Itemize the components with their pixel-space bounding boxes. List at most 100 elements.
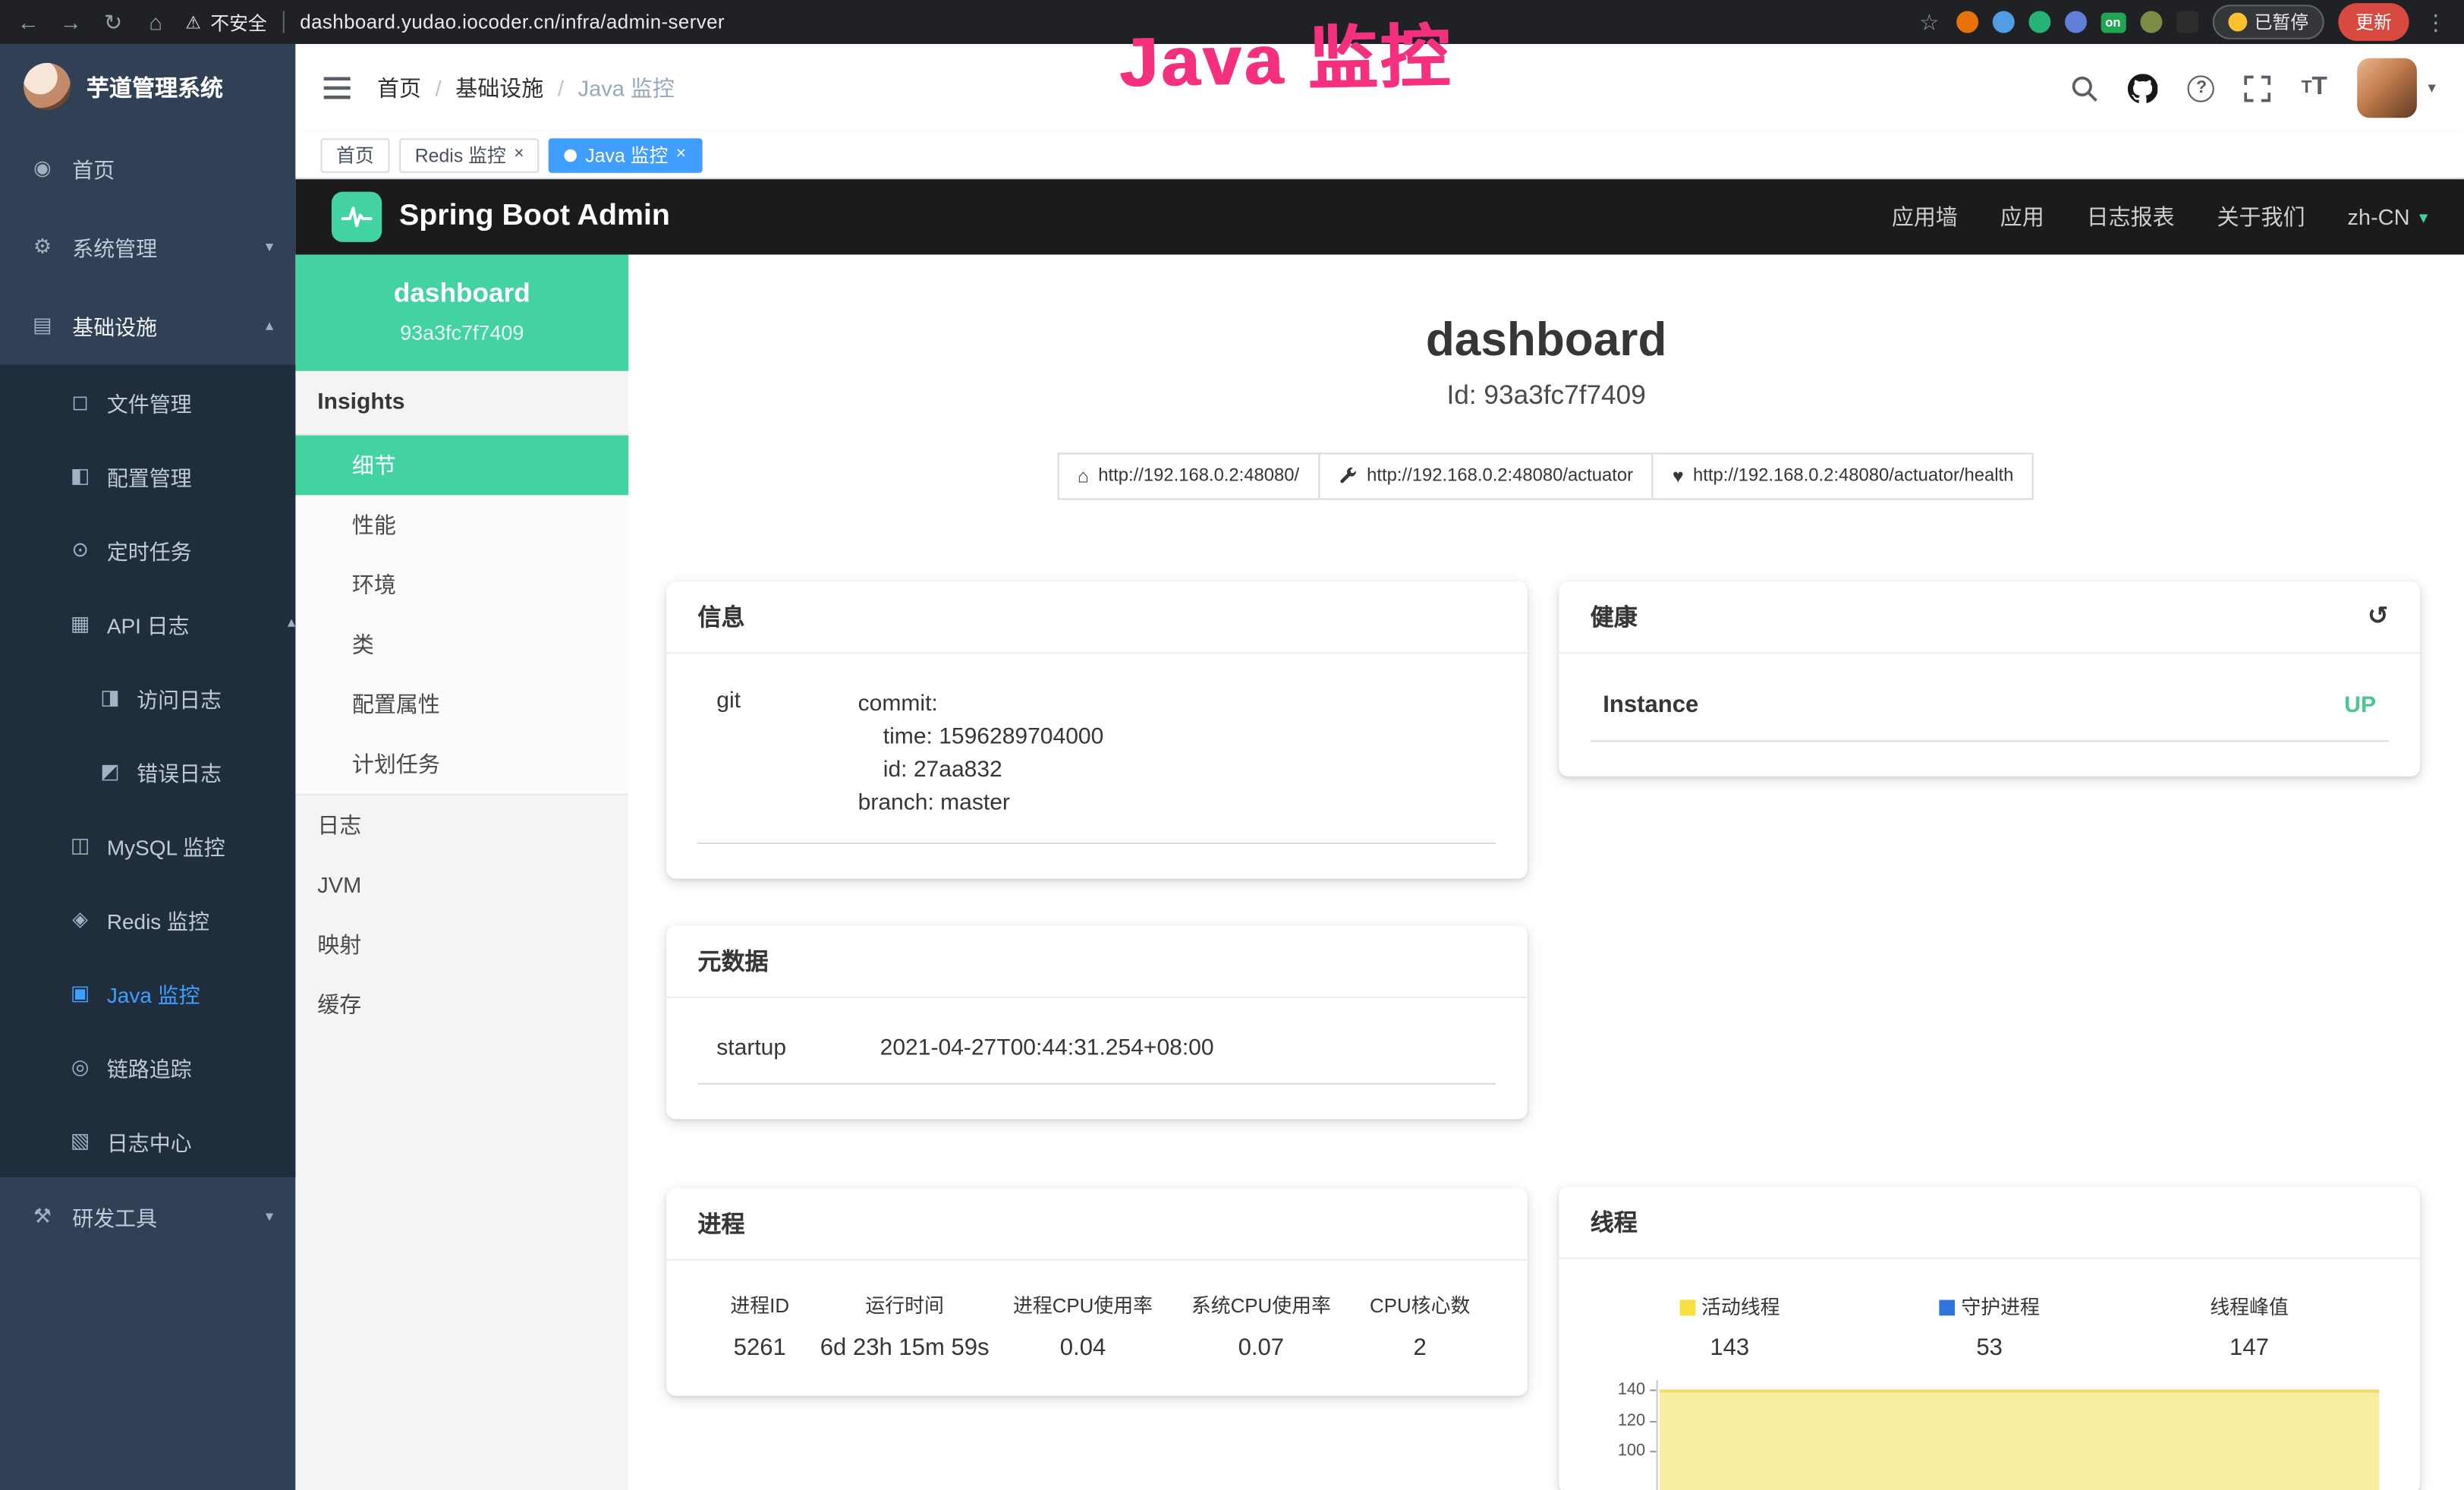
search-icon[interactable] xyxy=(2072,74,2098,101)
security-label[interactable]: 不安全 xyxy=(210,8,267,35)
sidebar-item-system-management[interactable]: ⚙ 系统管理 ▾ xyxy=(0,207,295,286)
extension-icon-7[interactable] xyxy=(2176,11,2198,33)
access-log-icon: ◨ xyxy=(97,685,122,710)
sidebar-item-label: 基础设施 xyxy=(72,310,157,341)
cards-area: 信息 git commit: time: 1596289704000 id: 2… xyxy=(628,581,2464,1490)
sidebar-item-log-center[interactable]: ▧ 日志中心 xyxy=(0,1104,295,1177)
sidebar-item-access-logs[interactable]: ◨ 访问日志 xyxy=(0,660,295,734)
sba-menu-jvm[interactable]: JVM xyxy=(295,855,628,915)
sidebar-item-config-management[interactable]: ◧ 配置管理 xyxy=(0,439,295,512)
tab-java-monitor[interactable]: Java 监控 × xyxy=(549,137,702,172)
java-monitor-icon: ▣ xyxy=(68,980,93,1005)
help-icon[interactable]: ? xyxy=(2188,74,2214,101)
chevron-down-icon: ▾ xyxy=(266,1208,273,1225)
chevron-up-icon: ▴ xyxy=(288,615,295,632)
sidebar-item-trace[interactable]: ◎ 链路追踪 xyxy=(0,1029,295,1103)
sba-nav-about[interactable]: 关于我们 xyxy=(2217,201,2305,232)
breadcrumb-separator: / xyxy=(436,75,442,100)
github-icon[interactable] xyxy=(2129,73,2158,102)
process-cpu-value: 0.04 xyxy=(994,1334,1172,1361)
legend-blue-swatch xyxy=(1939,1300,1955,1316)
metadata-value: 2021-04-27T00:44:31.254+08:00 xyxy=(880,1036,1214,1061)
sba-menu-beans[interactable]: 类 xyxy=(295,615,628,675)
sba-nav-applications[interactable]: 应用 xyxy=(2000,201,2044,232)
sba-nav-wallboard[interactable]: 应用墙 xyxy=(1892,201,1958,232)
reload-icon[interactable]: ↻ xyxy=(101,8,126,35)
sba-menu-metrics[interactable]: 性能 xyxy=(295,495,628,555)
breadcrumb-home[interactable]: 首页 xyxy=(377,72,421,103)
sba-brand-title[interactable]: Spring Boot Admin xyxy=(399,200,670,235)
sidebar-item-label: 配置管理 xyxy=(107,460,192,491)
sidebar-item-infrastructure[interactable]: ▤ 基础设施 ▴ xyxy=(0,286,295,365)
extension-icon-4[interactable] xyxy=(2064,11,2086,33)
sba-menu-caches[interactable]: 缓存 xyxy=(295,975,628,1035)
y-tick-label: 120 xyxy=(1618,1411,1645,1430)
back-icon[interactable]: ← xyxy=(16,9,41,34)
sidebar-item-label: 系统管理 xyxy=(72,231,157,262)
metadata-startup-row: startup 2021-04-27T00:44:31.254+08:00 xyxy=(697,1023,1496,1085)
sba-menu-environment[interactable]: 环境 xyxy=(295,555,628,615)
column-header: CPU核心数 xyxy=(1350,1289,1490,1318)
tab-label: Redis 监控 xyxy=(415,141,506,168)
sidebar-item-java-monitor[interactable]: ▣ Java 监控 xyxy=(0,956,295,1029)
sidebar-collapse-icon[interactable] xyxy=(324,77,351,99)
tab-redis-monitor[interactable]: Redis 监控 × xyxy=(399,137,540,172)
health-url-link[interactable]: ♥ http://192.168.0.2:48080/actuator/heal… xyxy=(1652,452,2034,499)
app-logo[interactable]: 芋道管理系统 xyxy=(0,44,295,129)
breadcrumb-infra[interactable]: 基础设施 xyxy=(455,72,543,103)
address-bar[interactable]: ⚠ 不安全 dashboard.yudao.iocoder.cn/infra/a… xyxy=(185,8,725,35)
spring-boot-admin-logo[interactable] xyxy=(332,192,382,242)
actuator-url-link[interactable]: http://192.168.0.2:48080/actuator xyxy=(1318,452,1654,499)
fullscreen-icon[interactable] xyxy=(2245,74,2271,101)
extension-icon-2[interactable] xyxy=(1992,11,2014,33)
app-sidebar: 芋道管理系统 ◉ 首页 ⚙ 系统管理 ▾ ▤ 基础设施 ▴ ◻ 文件管理 ◧ 配… xyxy=(0,44,295,1490)
monitor-icon: ▤ xyxy=(30,313,55,338)
info-value: commit: time: 1596289704000 id: 27aa832 … xyxy=(858,688,1104,821)
sba-menu-details[interactable]: 细节 xyxy=(295,436,628,496)
browser-menu-icon[interactable]: ⋮ xyxy=(2423,8,2448,35)
sidebar-item-mysql-monitor[interactable]: ◫ MySQL 监控 xyxy=(0,808,295,881)
file-icon: ◻ xyxy=(68,389,93,414)
extension-icon-1[interactable] xyxy=(1956,11,1978,33)
locale-selector[interactable]: zh-CN ▾ xyxy=(2347,204,2428,229)
extension-on-icon[interactable]: on xyxy=(2101,12,2126,33)
link-url: http://192.168.0.2:48080/actuator/health xyxy=(1693,467,2013,486)
extension-icon-3[interactable] xyxy=(2028,11,2050,33)
annotation-java-monitoring: Java 监控 xyxy=(1118,0,1452,106)
large-t-glyph: T xyxy=(2312,74,2327,102)
user-avatar-menu[interactable]: ▾ xyxy=(2357,58,2436,118)
bookmark-star-icon[interactable]: ☆ xyxy=(1917,8,1942,35)
sidebar-item-api-logs[interactable]: ▦ API 日志 ▴ xyxy=(0,586,295,660)
tab-home[interactable]: 首页 xyxy=(320,137,389,172)
sidebar-item-label: 首页 xyxy=(72,153,115,184)
history-icon[interactable]: ↺ xyxy=(2368,604,2389,629)
sba-menu-scheduled-tasks[interactable]: 计划任务 xyxy=(295,734,628,794)
smiley-icon xyxy=(2227,13,2246,32)
close-tab-icon[interactable]: × xyxy=(676,146,686,164)
sba-menu-loggers[interactable]: 日志 xyxy=(295,795,628,855)
update-button[interactable]: 更新 xyxy=(2338,3,2409,41)
info-card: 信息 git commit: time: 1596289704000 id: 2… xyxy=(666,581,1528,878)
health-instance-label: Instance xyxy=(1603,691,1698,718)
sidebar-item-redis-monitor[interactable]: ◈ Redis 监控 xyxy=(0,882,295,956)
sidebar-item-home[interactable]: ◉ 首页 xyxy=(0,129,295,208)
browser-home-icon[interactable]: ⌂ xyxy=(143,9,168,34)
close-tab-icon[interactable]: × xyxy=(514,146,524,164)
sba-nav-journal[interactable]: 日志报表 xyxy=(2087,201,2175,232)
sidebar-item-scheduled-jobs[interactable]: ⊙ 定时任务 xyxy=(0,512,295,586)
service-url-link[interactable]: ⌂ http://192.168.0.2:48080/ xyxy=(1057,452,1320,499)
breadcrumb-current: Java 监控 xyxy=(578,72,675,103)
sba-menu-mappings[interactable]: 映射 xyxy=(295,915,628,975)
extension-icon-6[interactable] xyxy=(2139,11,2161,33)
sba-menu-config-properties[interactable]: 配置属性 xyxy=(295,674,628,734)
sidebar-item-label: 错误日志 xyxy=(137,755,222,786)
link-url: http://192.168.0.2:48080/actuator xyxy=(1367,467,1633,486)
sidebar-item-file-management[interactable]: ◻ 文件管理 xyxy=(0,364,295,438)
sidebar-item-dev-tools[interactable]: ⚒ 研发工具 ▾ xyxy=(0,1177,295,1256)
error-log-icon: ◩ xyxy=(97,758,122,783)
url-text[interactable]: dashboard.yudao.iocoder.cn/infra/admin-s… xyxy=(300,11,725,33)
sidebar-item-error-logs[interactable]: ◩ 错误日志 xyxy=(0,734,295,808)
forward-icon[interactable]: → xyxy=(58,9,83,34)
font-size-icon[interactable]: TT xyxy=(2302,74,2327,102)
profile-paused-badge[interactable]: 已暂停 xyxy=(2212,5,2324,39)
